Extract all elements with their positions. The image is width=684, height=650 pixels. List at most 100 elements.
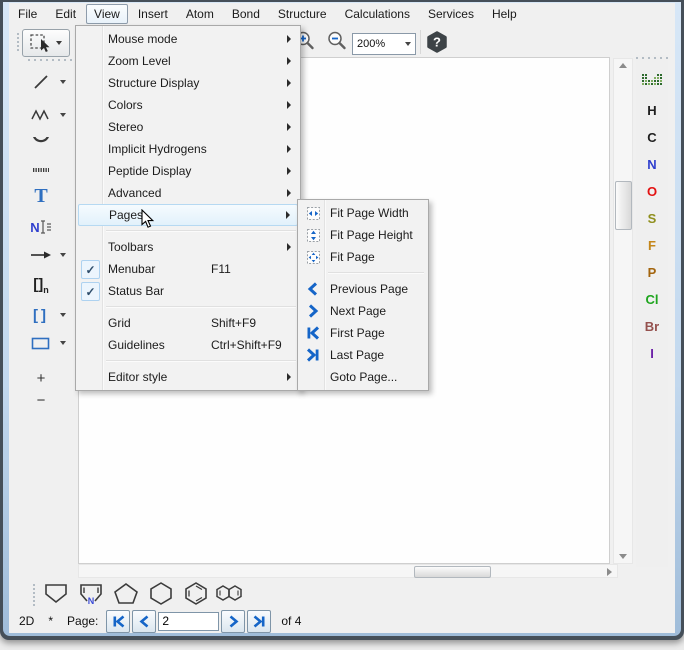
menu-item-implicit-hydrogens[interactable]: Implicit Hydrogens bbox=[78, 138, 298, 160]
toolbar-grip[interactable] bbox=[17, 31, 20, 53]
vertical-scrollbar-thumb[interactable] bbox=[615, 181, 632, 230]
chevron-down-icon[interactable] bbox=[60, 253, 66, 257]
element-o[interactable]: O bbox=[647, 184, 657, 201]
menu-item-colors[interactable]: Colors bbox=[78, 94, 298, 116]
arrow-icon bbox=[30, 250, 52, 260]
element-i[interactable]: I bbox=[650, 346, 654, 363]
checkmark-icon: ✓ bbox=[81, 260, 100, 279]
horizontal-scrollbar-thumb[interactable] bbox=[414, 566, 491, 578]
atom-label-tool[interactable]: N bbox=[16, 216, 66, 238]
first-page-icon bbox=[112, 615, 125, 628]
menubar: File Edit View Insert Atom Bond Structur… bbox=[9, 3, 675, 26]
menu-item-structure-display[interactable]: Structure Display bbox=[78, 72, 298, 94]
template-cyclohexane[interactable] bbox=[145, 579, 177, 607]
dimension-label[interactable]: 2D bbox=[19, 614, 34, 628]
submenu-arrow-icon bbox=[287, 243, 291, 251]
chevron-down-icon[interactable] bbox=[60, 313, 66, 317]
submenu-item-goto-page[interactable]: Goto Page... bbox=[300, 366, 426, 388]
text-tool[interactable]: T bbox=[16, 185, 66, 207]
fit-page-height-icon bbox=[304, 226, 322, 244]
template-pyrrole[interactable]: N bbox=[75, 579, 107, 607]
rectangle-tool[interactable] bbox=[16, 332, 66, 354]
submenu-arrow-icon bbox=[287, 373, 291, 381]
menu-view[interactable]: View bbox=[86, 4, 128, 24]
menu-file[interactable]: File bbox=[10, 4, 45, 24]
chevron-down-icon[interactable] bbox=[60, 341, 66, 345]
menu-help[interactable]: Help bbox=[484, 4, 525, 24]
menu-item-zoom-level[interactable]: Zoom Level bbox=[78, 50, 298, 72]
element-n[interactable]: N bbox=[647, 157, 656, 174]
chain-tool[interactable] bbox=[16, 104, 66, 126]
last-page-button[interactable] bbox=[247, 610, 271, 633]
chevron-down-icon[interactable] bbox=[60, 113, 66, 117]
decrease-charge-tool[interactable]: − bbox=[16, 389, 66, 411]
vertical-scrollbar[interactable] bbox=[613, 58, 633, 564]
scroll-down-icon[interactable] bbox=[619, 554, 627, 559]
menu-item-pages[interactable]: Pages bbox=[78, 204, 298, 226]
arc-tool[interactable] bbox=[16, 129, 66, 151]
zoom-level-value: 200% bbox=[357, 38, 385, 50]
menu-bond[interactable]: Bond bbox=[224, 4, 268, 24]
menu-item-toolbars[interactable]: Toolbars bbox=[78, 236, 298, 258]
template-naphthalene[interactable] bbox=[215, 579, 247, 607]
submenu-item-first-page[interactable]: First Page bbox=[300, 322, 426, 344]
menu-item-editor-style[interactable]: Editor style bbox=[78, 366, 298, 388]
menu-item-mouse-mode[interactable]: Mouse mode bbox=[78, 28, 298, 50]
next-page-button[interactable] bbox=[221, 610, 245, 633]
first-page-button[interactable] bbox=[106, 610, 130, 633]
menu-item-peptide-display[interactable]: Peptide Display bbox=[78, 160, 298, 182]
submenu-item-last-page[interactable]: Last Page bbox=[300, 344, 426, 366]
element-p[interactable]: P bbox=[648, 265, 657, 282]
bond-tool[interactable] bbox=[16, 71, 66, 93]
element-f[interactable]: F bbox=[648, 238, 656, 255]
menu-structure[interactable]: Structure bbox=[270, 4, 335, 24]
help-button[interactable]: ? bbox=[426, 31, 448, 58]
menu-item-menubar[interactable]: ✓ Menubar F11 bbox=[78, 258, 298, 280]
template-cyclopentadiene[interactable] bbox=[40, 579, 72, 607]
menu-services[interactable]: Services bbox=[420, 4, 482, 24]
menu-item-advanced[interactable]: Advanced bbox=[78, 182, 298, 204]
submenu-item-next-page[interactable]: Next Page bbox=[300, 300, 426, 322]
submenu-item-fit-page-width[interactable]: Fit Page Width bbox=[300, 202, 426, 224]
template-benzene[interactable] bbox=[180, 579, 212, 607]
element-s[interactable]: S bbox=[648, 211, 657, 228]
menu-atom[interactable]: Atom bbox=[178, 4, 222, 24]
template-toolbar-grip[interactable] bbox=[33, 582, 36, 608]
zoom-level-combobox[interactable]: 200% bbox=[352, 33, 416, 55]
menu-calculations[interactable]: Calculations bbox=[337, 4, 418, 24]
element-h[interactable]: H bbox=[647, 103, 656, 120]
menu-insert[interactable]: Insert bbox=[130, 4, 176, 24]
menu-item-guidelines[interactable]: Guidelines Ctrl+Shift+F9 bbox=[78, 334, 298, 356]
chain-icon bbox=[31, 108, 51, 122]
multipage-tool[interactable] bbox=[16, 159, 66, 181]
element-c[interactable]: C bbox=[647, 130, 656, 147]
submenu-item-previous-page[interactable]: Previous Page bbox=[300, 278, 426, 300]
left-toolbar-grip[interactable] bbox=[26, 59, 80, 62]
bracket-tool[interactable]: [] bbox=[16, 304, 66, 326]
repeat-group-tool[interactable]: []n bbox=[16, 274, 66, 296]
horizontal-scrollbar[interactable] bbox=[78, 564, 618, 578]
submenu-item-fit-page-height[interactable]: Fit Page Height bbox=[300, 224, 426, 246]
zoom-out-button[interactable] bbox=[326, 30, 348, 57]
scroll-up-icon[interactable] bbox=[619, 63, 627, 68]
element-cl[interactable]: Cl bbox=[646, 292, 659, 309]
reaction-arrow-tool[interactable] bbox=[16, 244, 66, 266]
template-cyclopentane[interactable] bbox=[110, 579, 142, 607]
menu-item-status-bar[interactable]: ✓ Status Bar bbox=[78, 280, 298, 302]
palette-grip[interactable] bbox=[634, 57, 670, 60]
next-page-icon bbox=[304, 302, 322, 320]
menu-edit[interactable]: Edit bbox=[47, 4, 84, 24]
menu-item-grid[interactable]: Grid Shift+F9 bbox=[78, 312, 298, 334]
arc-icon bbox=[31, 134, 51, 146]
chevron-down-icon[interactable] bbox=[60, 80, 66, 84]
element-br[interactable]: Br bbox=[645, 319, 659, 336]
periodic-table-button[interactable] bbox=[642, 74, 662, 93]
scroll-right-icon[interactable] bbox=[607, 568, 612, 576]
increase-charge-tool[interactable]: + bbox=[16, 367, 66, 389]
previous-page-button[interactable] bbox=[132, 610, 156, 633]
submenu-item-fit-page[interactable]: Fit Page bbox=[300, 246, 426, 268]
page-number-input[interactable] bbox=[158, 612, 219, 631]
next-page-icon bbox=[227, 615, 240, 628]
menu-item-stereo[interactable]: Stereo bbox=[78, 116, 298, 138]
selection-tool-button[interactable] bbox=[22, 29, 70, 57]
